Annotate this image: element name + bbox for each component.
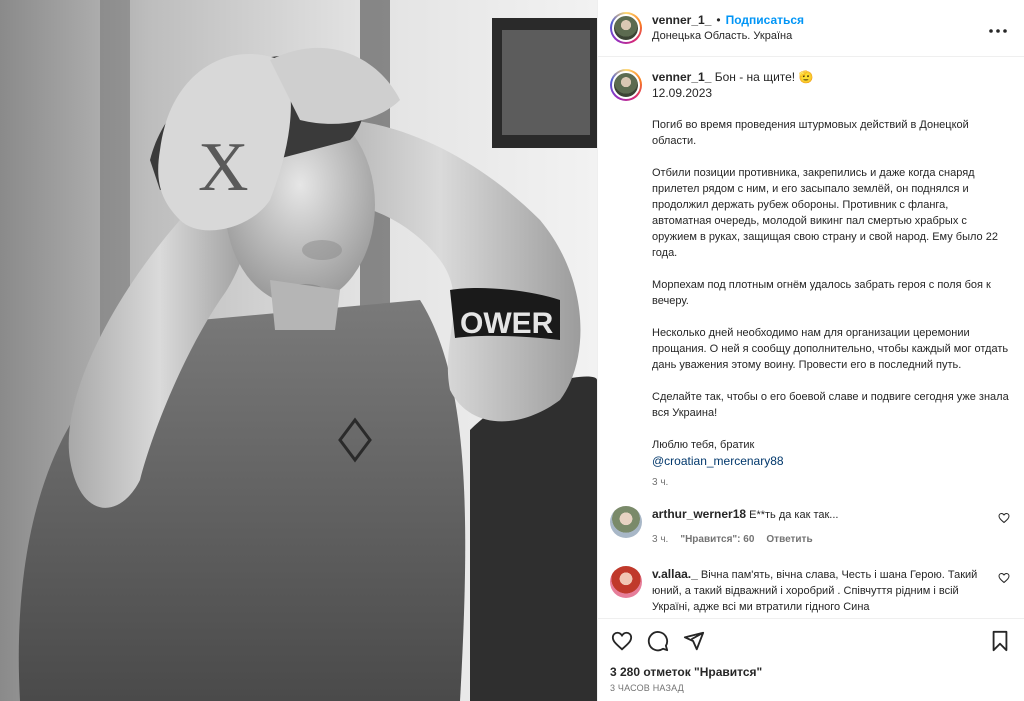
share-button[interactable] xyxy=(682,629,706,653)
more-horizontal-icon[interactable] xyxy=(986,23,1010,34)
comments-scroll-area[interactable]: venner_1_ Бон - на щите! 🫡 12.09.2023 По… xyxy=(598,57,1024,618)
caption-time[interactable]: 3 ч. xyxy=(652,477,1010,488)
separator-dot: • xyxy=(716,13,721,27)
post-caption: venner_1_ Бон - на щите! 🫡 12.09.2023 По… xyxy=(610,69,1010,488)
post-header: venner_1_ • Подписаться Донецька Область. … xyxy=(598,0,1024,57)
comment-item: arthur_werner18 Е**ть да как так... 3 ч.… xyxy=(610,506,1010,548)
mention-link[interactable]: @croatian_mercenary88 xyxy=(652,454,784,468)
posted-time[interactable]: 3 ЧАСОВ НАЗАД xyxy=(598,683,1024,693)
comment-icon xyxy=(647,630,669,651)
svg-text:X: X xyxy=(198,129,249,206)
author-info: venner_1_ • Подписаться Донецька Область. … xyxy=(652,12,986,44)
comment-button[interactable] xyxy=(646,629,670,653)
heart-icon xyxy=(611,631,633,650)
caption-paragraph: Несколько дней необходимо нам для органи… xyxy=(652,327,1009,371)
heart-icon xyxy=(998,512,1010,524)
comment-likes[interactable]: "Нравится": 60 xyxy=(680,534,754,545)
caption-paragraph: Погиб во время проведения штурмовых дейс… xyxy=(652,119,969,147)
commenter-username[interactable]: arthur_werner18 xyxy=(652,507,746,521)
author-username[interactable]: venner_1_ xyxy=(652,13,711,27)
photo-image: OWER X xyxy=(0,0,597,701)
post-dialog: OWER X venner_1_ • Подписаться Донецька … xyxy=(0,0,1024,701)
post-photo[interactable]: OWER X xyxy=(0,0,597,701)
author-avatar[interactable] xyxy=(610,12,642,44)
caption-paragraph: Сделайте так, чтобы о его боевой славе и… xyxy=(652,391,1009,419)
save-button[interactable] xyxy=(988,629,1012,653)
caption-date: 12.09.2023 xyxy=(652,86,713,100)
comment-like-button[interactable] xyxy=(994,512,1010,548)
commenter-avatar[interactable] xyxy=(610,506,642,538)
caption-username[interactable]: venner_1_ xyxy=(652,70,711,84)
heart-icon xyxy=(998,572,1010,584)
comment-meta: 3 ч. "Нравится": 60 Ответить xyxy=(652,532,994,548)
like-button[interactable] xyxy=(610,629,634,653)
comment-like-button[interactable] xyxy=(994,572,1010,615)
likes-count[interactable]: 3 280 отметок "Нравится" xyxy=(598,664,1024,680)
comment-text: Е**ть да как так... xyxy=(749,509,839,521)
caption-title: Бон - на щите! xyxy=(714,70,796,84)
reply-button[interactable]: Ответить xyxy=(766,534,812,545)
caption-avatar[interactable] xyxy=(610,69,642,101)
commenter-username[interactable]: v.allaa._ xyxy=(652,567,698,581)
action-bar xyxy=(598,618,1024,662)
follow-button[interactable]: Подписаться xyxy=(726,13,804,27)
tattoo-text: OWER xyxy=(460,307,554,340)
post-location[interactable]: Донецька Область. Україна xyxy=(652,28,986,44)
post-sidebar: venner_1_ • Подписаться Донецька Область. … xyxy=(597,0,1024,701)
share-icon xyxy=(683,631,705,650)
caption-paragraph: Люблю тебя, братик xyxy=(652,439,755,451)
comment-item: v.allaa._ Вічна пам'ять, вічна слава, Че… xyxy=(610,566,1010,615)
caption-paragraph: Отбили позиции противника, закрепились и… xyxy=(652,167,998,259)
caption-paragraph: Морпехам под плотным огнём удалось забра… xyxy=(652,279,991,307)
comment-text: Вічна пам'ять, вічна слава, Честь і шана… xyxy=(652,569,978,613)
salute-emoji: 🫡 xyxy=(798,70,814,84)
comment-time[interactable]: 3 ч. xyxy=(652,534,668,545)
commenter-avatar[interactable] xyxy=(610,566,642,598)
bookmark-icon xyxy=(992,630,1008,651)
